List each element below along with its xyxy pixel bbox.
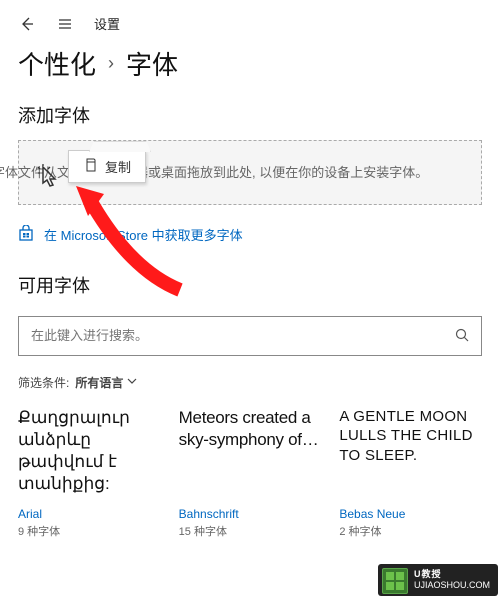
filter-row: 筛选条件: 所有语言 xyxy=(0,356,500,401)
watermark-url: UJIAOSHOU.COM xyxy=(414,580,490,591)
font-name: Arial xyxy=(18,507,161,521)
font-card[interactable]: Քաղցրալուր անձրևը թափվում է տանիքից: Ari… xyxy=(18,407,161,539)
context-menu-copy[interactable]: 复制 xyxy=(105,157,131,176)
watermark-logo-icon xyxy=(382,568,408,594)
font-count: 15 种字体 xyxy=(179,523,322,539)
store-icon xyxy=(18,225,34,244)
search-button[interactable] xyxy=(443,317,481,355)
breadcrumb-parent[interactable]: 个性化 xyxy=(18,45,96,82)
font-count: 9 种字体 xyxy=(18,523,161,539)
font-card[interactable]: Meteors created a sky-symphony of… Bahns… xyxy=(179,407,322,539)
drop-cursor-icon xyxy=(37,163,67,200)
font-sample: Meteors created a sky-symphony of… xyxy=(179,407,322,499)
window-title: 设置 xyxy=(94,14,120,33)
font-name: Bebas Neue xyxy=(339,507,482,521)
font-sample: Քաղցրալուր անձրևը թափվում է տանիքից: xyxy=(18,407,161,499)
search-input[interactable] xyxy=(19,318,443,353)
breadcrumb-current: 字体 xyxy=(126,45,178,82)
breadcrumb-separator: › xyxy=(108,53,114,74)
filter-dropdown[interactable]: 所有语言 xyxy=(75,374,137,391)
context-menu: 复制 xyxy=(68,150,146,183)
copy-icon xyxy=(83,158,97,175)
filter-label: 筛选条件: xyxy=(18,374,69,391)
font-count: 2 种字体 xyxy=(339,523,482,539)
font-search xyxy=(18,316,482,356)
available-fonts-title: 可用字体 xyxy=(0,266,500,310)
font-card[interactable]: A gentle moon lulls the child to sleep. … xyxy=(339,407,482,539)
add-fonts-title: 添加字体 xyxy=(0,96,500,140)
breadcrumb: 个性化 › 字体 xyxy=(0,41,500,96)
font-name: Bahnschrift xyxy=(179,507,322,521)
filter-value: 所有语言 xyxy=(75,374,123,391)
font-sample: A gentle moon lulls the child to sleep. xyxy=(339,407,482,499)
store-link[interactable]: 在 Microsoft Store 中获取更多字体 xyxy=(0,205,500,266)
menu-button[interactable] xyxy=(56,15,74,33)
watermark-title: U教授 xyxy=(414,569,490,580)
watermark: U教授 UJIAOSHOU.COM xyxy=(378,564,498,596)
chevron-down-icon xyxy=(127,375,137,389)
font-grid: Քաղցրալուր անձրևը թափվում է տանիքից: Ari… xyxy=(0,401,500,545)
store-link-text: 在 Microsoft Store 中获取更多字体 xyxy=(44,225,243,244)
back-button[interactable] xyxy=(18,15,36,33)
